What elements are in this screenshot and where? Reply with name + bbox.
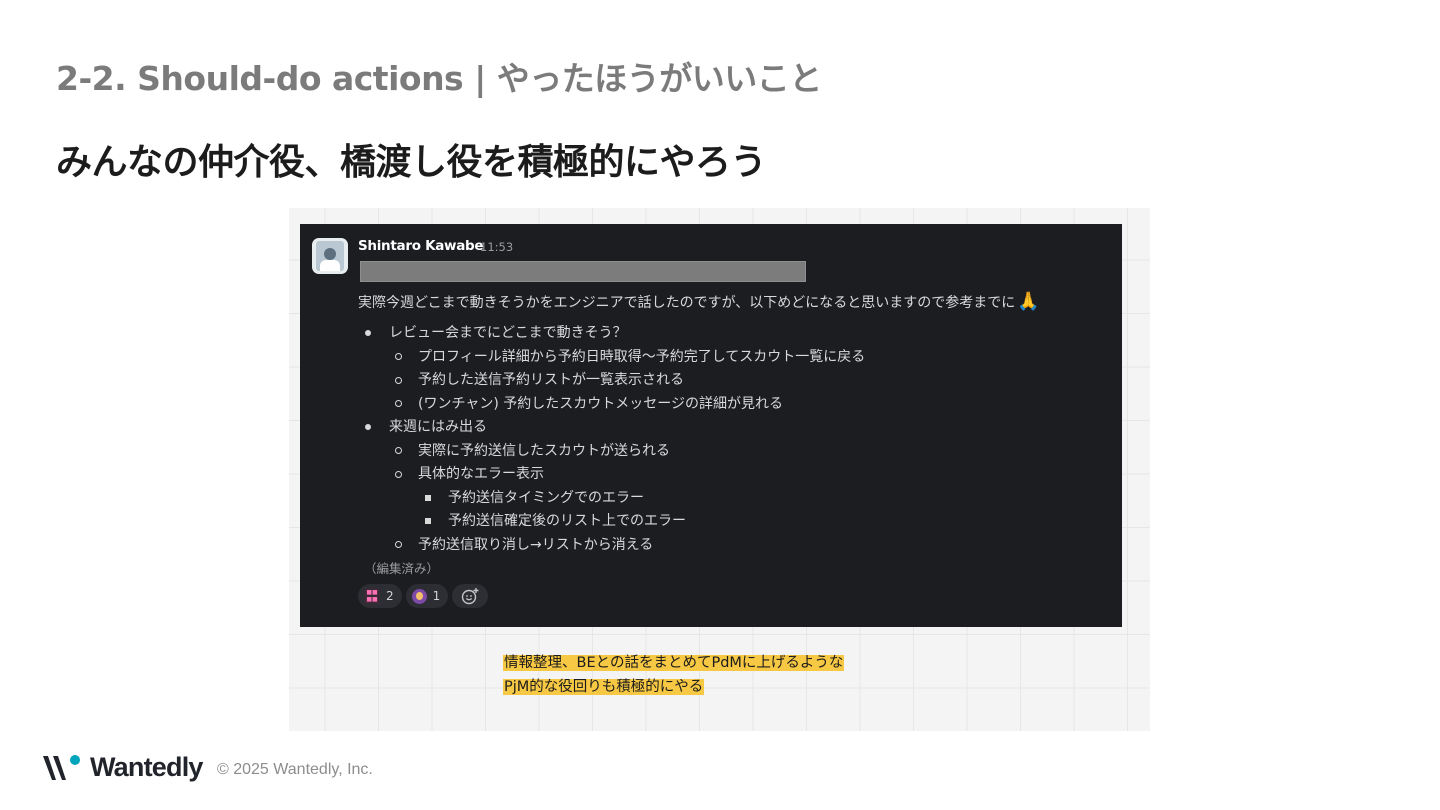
list-item-text: 予約送信確定後のリスト上でのエラー [448,513,686,529]
list-item: プロフィール詳細から予約日時取得〜予約完了してスカウト一覧に戻る [358,346,865,370]
bullet-ring-icon [395,346,402,370]
avatar[interactable] [312,238,348,274]
list-item-text: 予約送信タイミングでのエラー [448,489,644,506]
slack-message-screenshot: Shintaro Kawabe 11:53 実際今週どこまで動きそうかをエンジニ… [300,224,1122,627]
list-item: 実際に予約送信したスカウトが送られる [358,440,865,464]
list-item: レビュー会までにどこまで動きそう？ [358,322,865,346]
custom-text-emoji-icon: ■■ ■■ [364,588,380,604]
list-item: 来週にはみ出る [358,416,865,440]
reaction-count: 1 [432,589,441,603]
message-timestamp[interactable]: 11:53 [480,240,513,254]
section-title: 2-2. Should-do actions | やったほうがいいこと [56,59,822,98]
message-intro-text: 実際今週どこまで動きそうかをエンジニアで話したのですが、以下めどになると思います… [358,295,1016,311]
add-reaction-icon [462,588,479,605]
list-item-text: 具体的なエラー表示 [418,466,544,482]
list-item: 予約送信タイミングでのエラー [358,487,865,511]
message-intro: 実際今週どこまで動きそうかをエンジニアで話したのですが、以下めどになると思います… [358,291,1118,312]
bullet-ring-icon [395,440,402,464]
brand-name: Wantedly [90,752,203,782]
annotation-line-2: PjM的な役回りも積極的にやる [503,678,705,695]
person-emoji-icon [411,588,427,604]
message-bullet-list: レビュー会までにどこまで動きそう？ プロフィール詳細から予約日時取得〜予約完了して… [358,322,865,557]
sender-name[interactable]: Shintaro Kawabe [358,238,484,254]
annotation-line-1: 情報整理、BEとの話をまとめてPdMに上げるような [503,655,845,671]
bullet-ring-icon [395,463,402,487]
list-item-text: 実際に予約送信したスカウトが送られる [418,442,670,459]
wantedly-logo: Wantedly [42,752,203,783]
wantedly-w-icon [43,754,80,780]
bullet-dot-icon [365,416,371,440]
list-item: 予約した送信予約リストが一覧表示される [358,369,865,393]
list-item-text: プロフィール詳細から予約日時取得〜予約完了してスカウト一覧に戻る [418,348,866,365]
list-item-text: (ワンチャン) 予約したスカウトメッセージの詳細が見れる [418,395,783,412]
edited-label: （編集済み） [364,561,440,576]
list-item: 具体的なエラー表示 [358,463,865,487]
highlight-annotation: 情報整理、BEとの話をまとめてPdMに上げるような PjM的な役回りも積極的にや… [503,652,845,699]
list-item-text: レビュー会までにどこまで動きそう？ [389,325,627,341]
add-reaction-button[interactable] [452,584,489,608]
slide-headline: みんなの仲介役、橋渡し役を積極的にやろう [56,142,767,183]
reaction-pill-custom[interactable]: ■■ ■■ 2 [358,584,402,608]
reaction-pill-person[interactable]: 1 [405,584,449,608]
list-item-text: 予約した送信予約リストが一覧表示される [418,372,684,388]
whiteboard-canvas: Shintaro Kawabe 11:53 実際今週どこまで動きそうかをエンジニ… [289,208,1150,731]
bullet-ring-icon [395,369,402,393]
bullet-ring-icon [395,393,402,417]
redacted-mention-bar [360,261,806,282]
list-item: 予約送信取り消し→リストから消える [358,534,865,558]
list-item: (ワンチャン) 予約したスカウトメッセージの詳細が見れる [358,393,865,417]
bullet-dot-icon [365,322,371,346]
list-item-text: 予約送信取り消し→リストから消える [418,536,654,553]
list-item: 予約送信確定後のリスト上でのエラー [358,510,865,534]
bullet-ring-icon [395,534,402,558]
list-item-text: 来週にはみ出る [389,419,487,435]
reaction-count: 2 [386,589,394,603]
copyright: © 2025 Wantedly, Inc. [217,761,373,778]
pray-emoji-icon: 🙏 [1017,291,1040,312]
reactions-bar: ■■ ■■ 2 1 [358,584,489,608]
bullet-square-icon [425,487,431,511]
bullet-square-icon [425,510,431,534]
